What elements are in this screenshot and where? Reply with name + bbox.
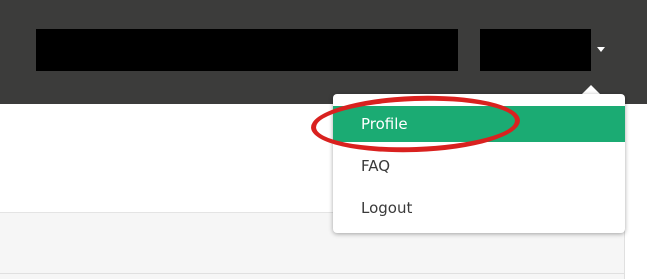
menu-item-profile[interactable]: Profile	[333, 106, 625, 142]
divider	[0, 273, 624, 274]
redacted-user-menu[interactable]	[480, 29, 591, 71]
menu-item-logout[interactable]: Logout	[333, 190, 625, 226]
dropdown-pointer	[582, 85, 600, 94]
page: Profile FAQ Logout	[0, 0, 647, 279]
menu-item-faq[interactable]: FAQ	[333, 148, 625, 184]
top-navigation-bar	[0, 0, 647, 104]
caret-down-icon[interactable]	[597, 47, 605, 52]
user-dropdown-menu: Profile FAQ Logout	[333, 94, 625, 233]
redacted-search-field	[36, 29, 458, 71]
